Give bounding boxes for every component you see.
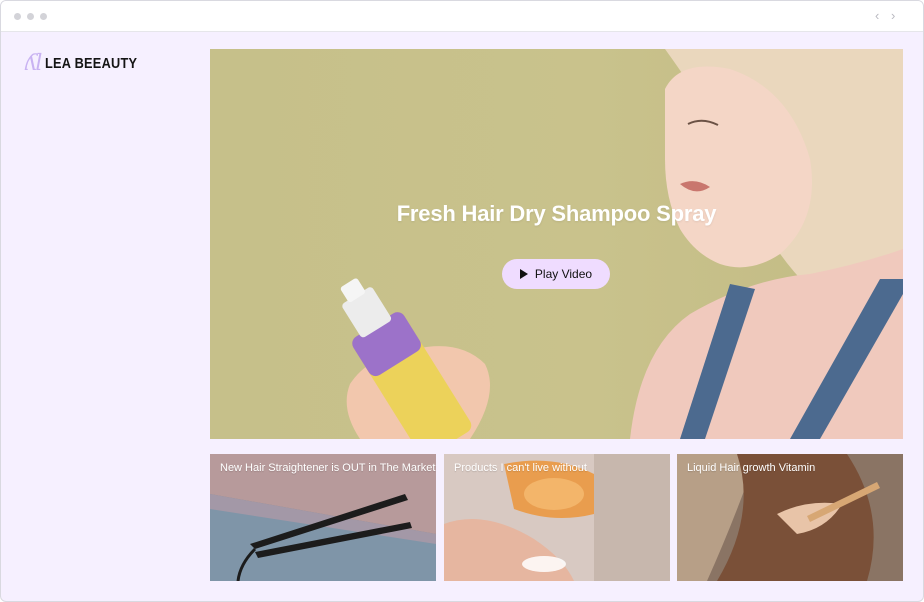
blog-card-products[interactable]: Products I can't live without bbox=[444, 454, 670, 581]
hero-image bbox=[340, 49, 903, 439]
title-bar: ‹ › bbox=[1, 1, 923, 32]
play-icon bbox=[519, 269, 528, 279]
blog-card-straightener[interactable]: New Hair Straightener is OUT in The Mark… bbox=[210, 454, 436, 581]
window-dot-icon bbox=[14, 13, 21, 20]
back-arrow-icon[interactable]: ‹ bbox=[875, 9, 879, 23]
card-title: Liquid Hair growth Vitamin bbox=[687, 462, 816, 474]
play-video-button[interactable]: Play Video bbox=[502, 259, 610, 289]
window-dot-icon bbox=[40, 13, 47, 20]
card-title: New Hair Straightener is OUT in The Mark… bbox=[220, 462, 436, 474]
play-video-label: Play Video bbox=[534, 267, 593, 281]
window-dot-icon bbox=[27, 13, 34, 20]
brand-name: LEA BEEAUTY bbox=[45, 55, 138, 72]
site-logo[interactable]: ʎl LEA BEEAUTY bbox=[25, 49, 165, 79]
hero-video[interactable]: Fresh Hair Dry Shampoo Spray Play Video bbox=[210, 49, 903, 439]
browser-window: ‹ › ʎl LEA BEEAUTY Fresh Hair Dry Shampo… bbox=[0, 0, 924, 602]
card-title: Products I can't live without bbox=[454, 462, 587, 474]
hero-title: Fresh Hair Dry Shampoo Spray bbox=[396, 201, 717, 226]
logo-signature-icon: ʎl bbox=[25, 51, 43, 76]
blog-card-vitamin[interactable]: Liquid Hair growth Vitamin bbox=[677, 454, 903, 581]
forward-arrow-icon[interactable]: › bbox=[891, 9, 895, 23]
